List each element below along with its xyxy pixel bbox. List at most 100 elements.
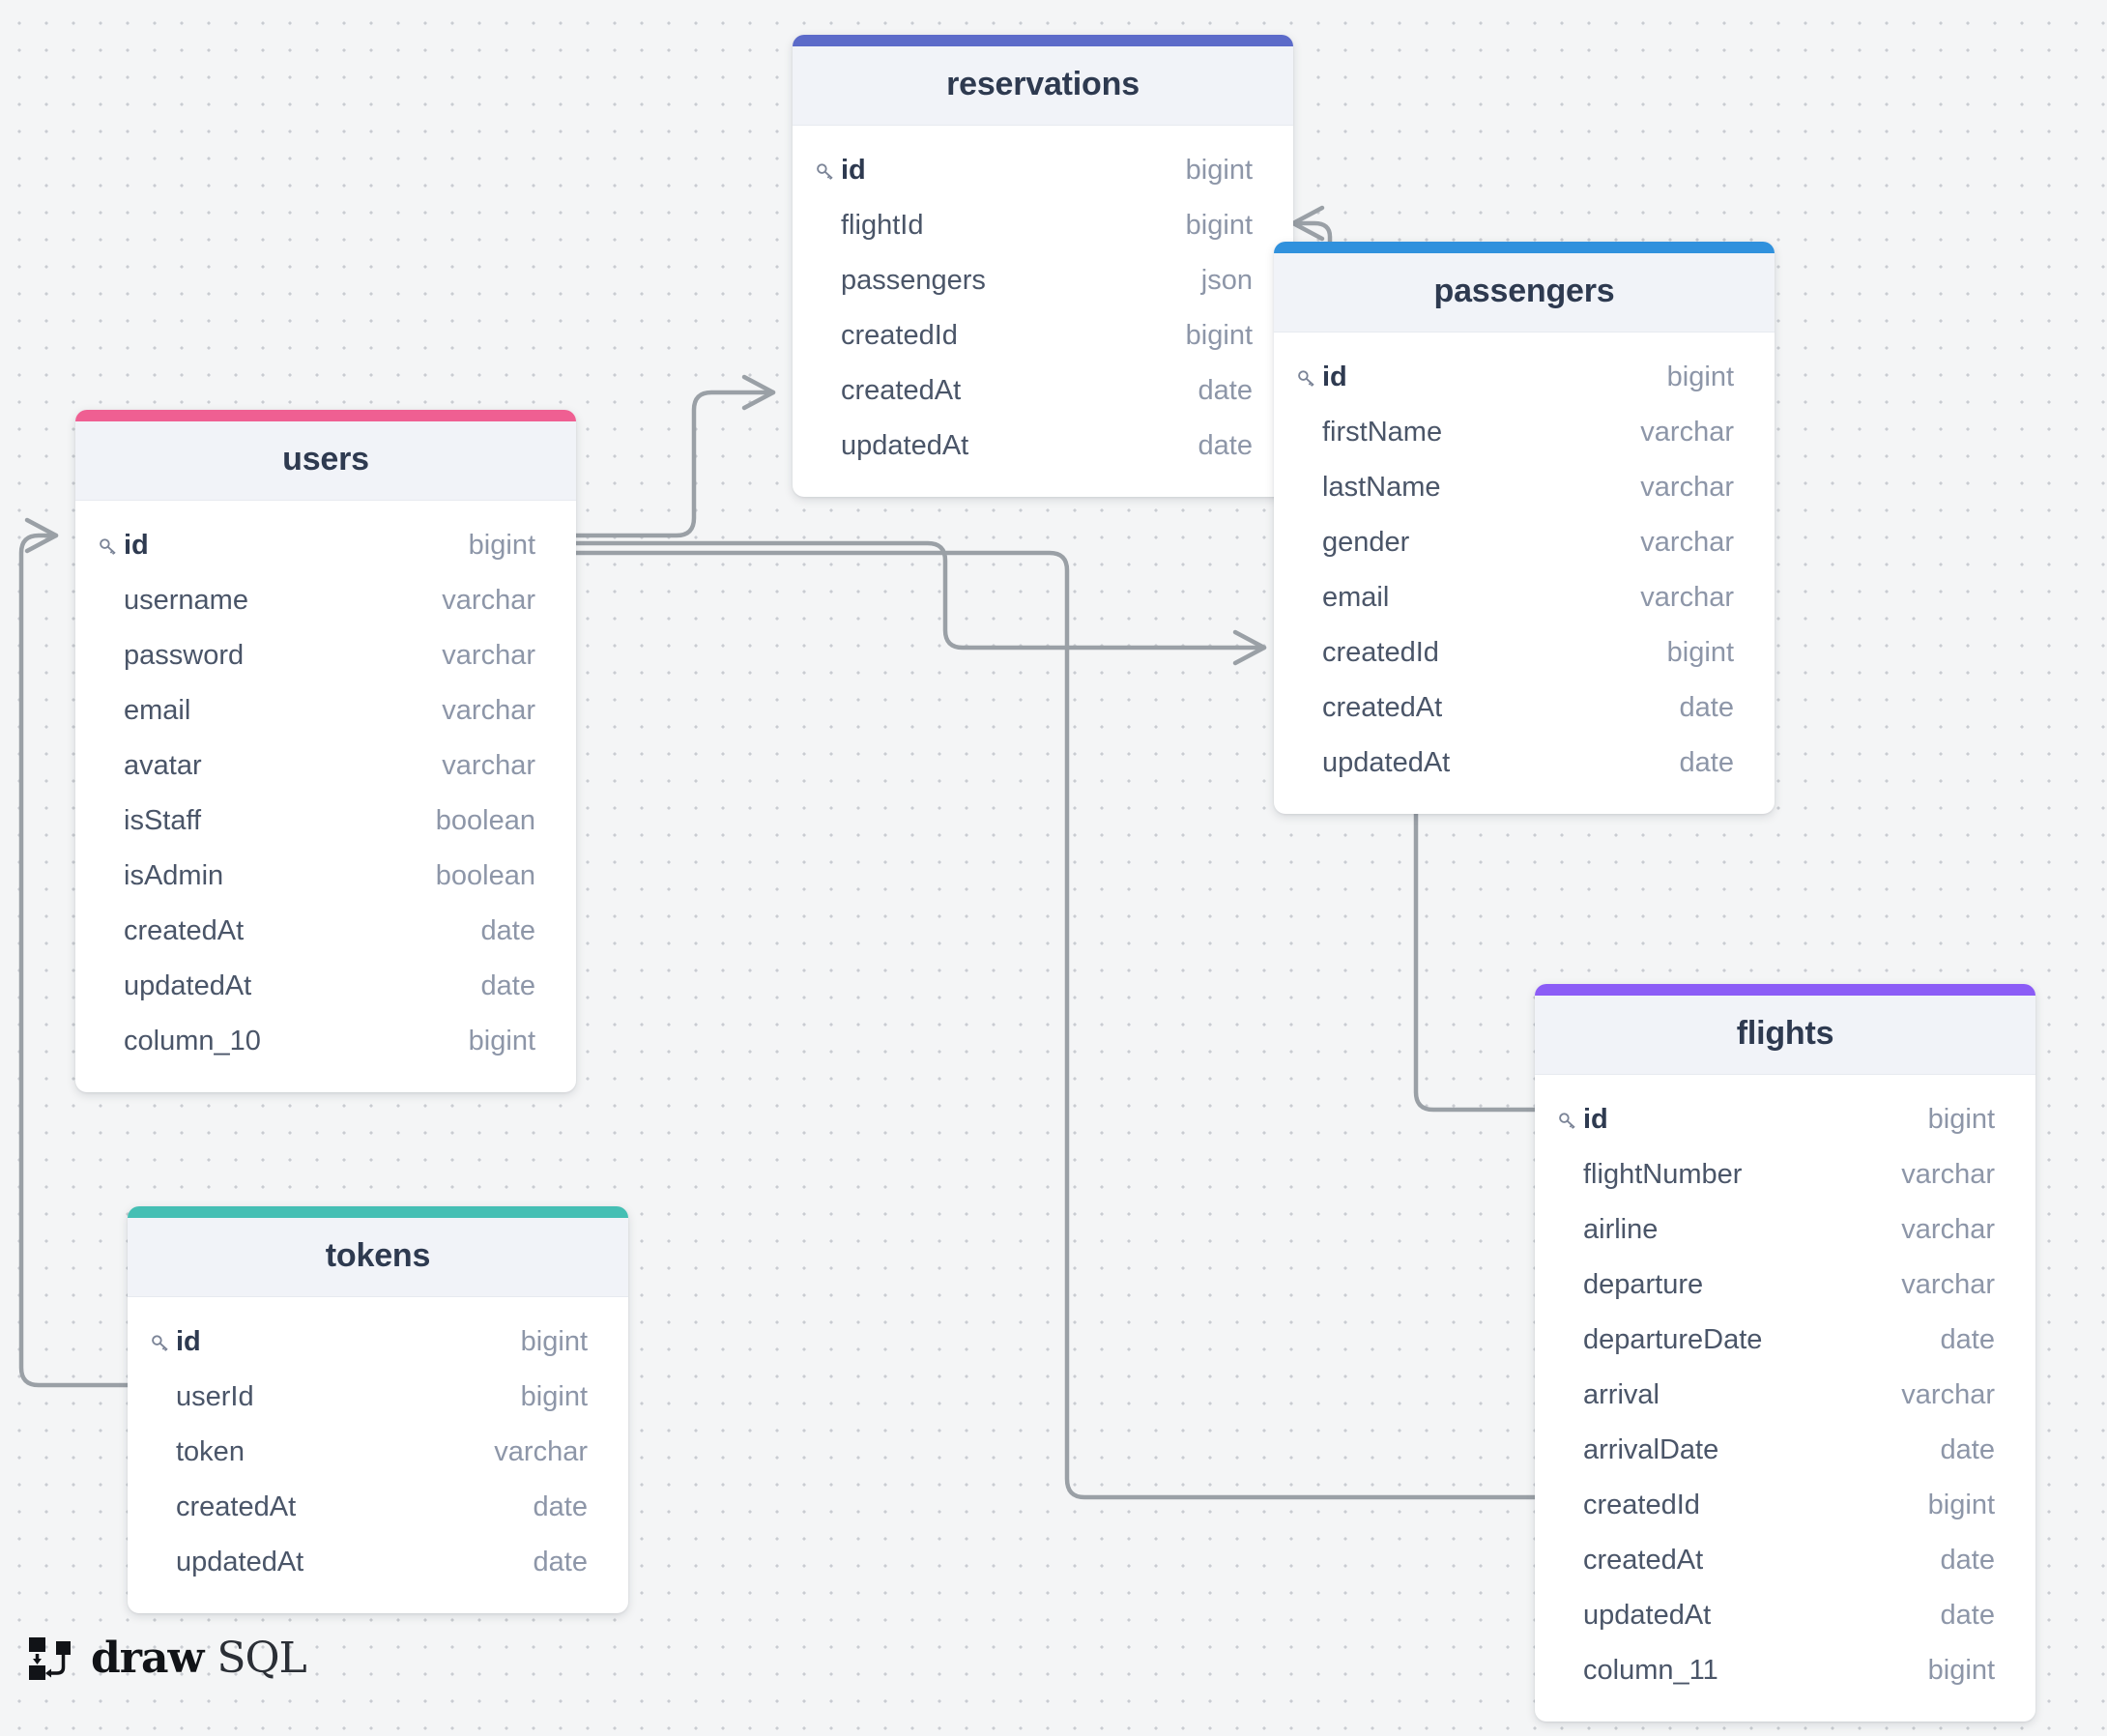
column-row[interactable]: column_11 bigint [1535, 1643, 2035, 1698]
column-name: avatar [124, 750, 202, 781]
column-name: createdAt [176, 1491, 297, 1522]
table-name-passengers: passengers [1433, 273, 1615, 309]
table-name-users: users [282, 441, 369, 477]
connector-passengers-flights [1413, 776, 1538, 1113]
column-row[interactable]: createdId bigint [793, 308, 1293, 363]
column-row[interactable]: password varchar [75, 628, 576, 683]
crowsfoot-reservations-flightid [1290, 205, 1325, 242]
column-row[interactable]: email varchar [75, 683, 576, 738]
primary-key-icon [1559, 1112, 1575, 1129]
column-name: isAdmin [124, 860, 224, 891]
connector-reservations-passengers [1290, 220, 1333, 246]
column-row[interactable]: updatedAt date [793, 419, 1293, 474]
connector-users-passengers [573, 540, 1267, 651]
column-type: varchar [442, 585, 535, 616]
column-row[interactable]: email varchar [1274, 570, 1775, 625]
column-type: varchar [442, 750, 535, 781]
column-type: date [1198, 430, 1253, 461]
column-type: boolean [435, 805, 535, 836]
connector-users-reservations [573, 390, 776, 538]
column-name: email [124, 695, 191, 726]
column-type: date [1940, 1434, 1995, 1465]
column-row[interactable]: id bigint [128, 1315, 628, 1370]
column-name: flightNumber [1583, 1159, 1743, 1190]
column-row[interactable]: isAdmin boolean [75, 849, 576, 904]
column-row[interactable]: updatedAt date [1274, 736, 1775, 791]
table-columns-passengers: id bigint firstName varchar lastName varchar g… [1274, 333, 1775, 814]
table-header-passengers[interactable]: passengers [1274, 253, 1775, 333]
column-name: createdId [1322, 637, 1439, 668]
column-row[interactable]: createdId bigint [1535, 1478, 2035, 1533]
column-type: bigint [1666, 637, 1734, 668]
table-header-reservations[interactable]: reservations [793, 46, 1293, 126]
table-header-users[interactable]: users [75, 421, 576, 501]
table-card-passengers[interactable]: passengers id bigint firstName varchar lastNa… [1274, 242, 1775, 814]
table-header-flights[interactable]: flights [1535, 996, 2035, 1075]
column-row[interactable]: createdAt date [1274, 680, 1775, 736]
column-row[interactable]: updatedAt date [1535, 1588, 2035, 1643]
table-card-tokens[interactable]: tokens id bigint userId bigint token varchar cr… [128, 1206, 628, 1613]
column-row[interactable]: username varchar [75, 573, 576, 628]
column-row[interactable]: id bigint [75, 518, 576, 573]
column-row[interactable]: createdAt date [793, 363, 1293, 419]
column-row[interactable]: isStaff boolean [75, 794, 576, 849]
column-type: json [1200, 265, 1253, 296]
column-row[interactable]: userId bigint [128, 1370, 628, 1425]
table-accent-bar-tokens [128, 1206, 628, 1218]
column-name: id [1583, 1104, 1608, 1135]
primary-key-icon [1298, 369, 1314, 387]
column-row[interactable]: lastName varchar [1274, 460, 1775, 515]
column-row[interactable]: updatedAt date [128, 1535, 628, 1590]
column-row[interactable]: token varchar [128, 1425, 628, 1480]
table-name-reservations: reservations [946, 66, 1140, 102]
column-row[interactable]: id bigint [793, 143, 1293, 198]
column-type: bigint [1185, 155, 1253, 186]
column-row[interactable]: updatedAt date [75, 959, 576, 1014]
primary-key-icon-slot [814, 159, 841, 183]
column-row[interactable]: departure varchar [1535, 1258, 2035, 1313]
column-row[interactable]: createdAt date [128, 1480, 628, 1535]
column-name: updatedAt [1583, 1600, 1712, 1631]
table-name-flights: flights [1736, 1015, 1834, 1052]
column-row[interactable]: arrival varchar [1535, 1368, 2035, 1423]
column-row[interactable]: arrivalDate date [1535, 1423, 2035, 1478]
crowsfoot-users-id-left [24, 517, 59, 554]
column-row[interactable]: flightNumber varchar [1535, 1147, 2035, 1202]
primary-key-icon [817, 162, 833, 180]
table-card-users[interactable]: users id bigint username varchar password varc… [75, 410, 576, 1092]
crowsfoot-passengers-createdid [1232, 629, 1267, 666]
column-name: departureDate [1583, 1324, 1763, 1355]
primary-key-icon-slot [1295, 366, 1322, 390]
column-type: boolean [435, 860, 535, 891]
column-name: updatedAt [1322, 747, 1451, 778]
column-row[interactable]: createdAt date [75, 904, 576, 959]
table-name-tokens: tokens [325, 1237, 431, 1274]
column-row[interactable]: gender varchar [1274, 515, 1775, 570]
column-row[interactable]: createdAt date [1535, 1533, 2035, 1588]
er-diagram-canvas[interactable]: reservations id bigint flightId bigint passen… [0, 0, 2107, 1736]
column-row[interactable]: passengers json [793, 253, 1293, 308]
column-row[interactable]: id bigint [1535, 1092, 2035, 1147]
table-header-tokens[interactable]: tokens [128, 1218, 628, 1297]
table-columns-tokens: id bigint userId bigint token varchar createdA… [128, 1297, 628, 1613]
column-name: gender [1322, 527, 1410, 558]
column-type: date [480, 970, 535, 1001]
column-row[interactable]: flightId bigint [793, 198, 1293, 253]
table-columns-reservations: id bigint flightId bigint passengers json crea… [793, 126, 1293, 497]
table-card-flights[interactable]: flights id bigint flightNumber varchar airlin… [1535, 984, 2035, 1722]
table-accent-bar-reservations [793, 35, 1293, 46]
column-type: bigint [1927, 1490, 1995, 1520]
column-row[interactable]: column_10 bigint [75, 1014, 576, 1069]
column-name: token [176, 1436, 245, 1467]
table-card-reservations[interactable]: reservations id bigint flightId bigint passen… [793, 35, 1293, 497]
column-row[interactable]: avatar varchar [75, 738, 576, 794]
column-name: id [841, 155, 866, 186]
primary-key-icon [152, 1334, 168, 1351]
column-row[interactable]: firstName varchar [1274, 405, 1775, 460]
column-row[interactable]: id bigint [1274, 350, 1775, 405]
drawsql-watermark: draw SQL [27, 1634, 307, 1683]
column-row[interactable]: departureDate date [1535, 1313, 2035, 1368]
column-row[interactable]: createdId bigint [1274, 625, 1775, 680]
column-row[interactable]: airline varchar [1535, 1202, 2035, 1258]
column-type: bigint [1666, 362, 1734, 392]
